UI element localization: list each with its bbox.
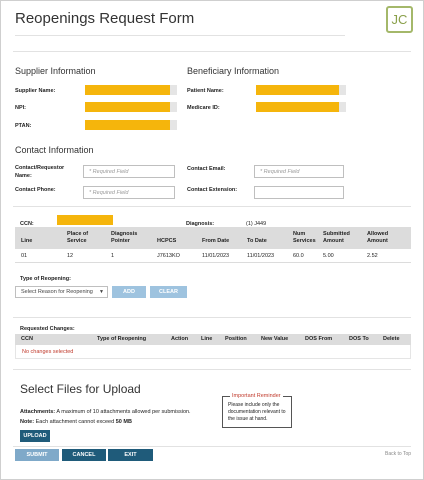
- add-button[interactable]: ADD: [112, 286, 146, 298]
- patient-name-redacted: [256, 85, 346, 95]
- cell-diagnosis-pointer: 1: [111, 253, 115, 259]
- cell-submitted-amount: 5.00: [323, 253, 334, 259]
- column-header: DOS To: [349, 336, 369, 342]
- requested-changes-row: No changes selected: [15, 345, 411, 359]
- type-of-reopening-label: Type of Reopening:: [20, 276, 71, 282]
- page-title: Reopenings Request Form: [15, 10, 195, 27]
- contact-email-label: Contact Email:: [187, 166, 226, 172]
- contact-extension-label: Contact Extension:: [187, 187, 238, 193]
- claim-table-row[interactable]: 01 12 1 J7613KO 11/01/2023 11/01/2023 60…: [15, 249, 411, 263]
- reminder-text: Please include only the documentation re…: [228, 402, 286, 422]
- column-header: Submitted Amount: [323, 231, 350, 244]
- column-header: Action: [171, 336, 189, 342]
- npi-label: NPI:: [15, 105, 26, 111]
- section-divider: [13, 51, 411, 52]
- reminder-title: Important Reminder: [230, 393, 283, 399]
- note-label: Note:: [20, 419, 35, 425]
- patient-name-label: Patient Name:: [187, 88, 224, 94]
- ptan-label: PTAN:: [15, 123, 32, 129]
- beneficiary-heading: Beneficiary Information: [187, 66, 280, 76]
- column-header: DOS From: [305, 336, 333, 342]
- jc-logo: JC: [386, 6, 413, 33]
- upload-heading: Select Files for Upload: [20, 382, 141, 396]
- page-header: Reopenings Request Form JC: [1, 1, 423, 43]
- supplier-name-label: Supplier Name:: [15, 88, 56, 94]
- submit-button[interactable]: SUBMIT: [15, 449, 59, 461]
- column-header: Num Services: [293, 231, 316, 244]
- supplier-name-redacted: [85, 85, 177, 95]
- column-header: CCN: [21, 336, 33, 342]
- column-header: Line: [21, 238, 33, 244]
- reopening-reason-value: Select Reason for Reopening: [21, 289, 93, 295]
- section-divider: [13, 369, 411, 370]
- cell-to-date: 11/01/2023: [247, 253, 275, 259]
- column-header: New Value: [261, 336, 289, 342]
- npi-redacted: [85, 102, 177, 112]
- form-page: Reopenings Request Form JC Supplier Info…: [0, 0, 424, 480]
- cell-from-date: 11/01/2023: [202, 253, 230, 259]
- section-divider: [13, 206, 411, 207]
- cell-hcpcs: J7613KO: [157, 253, 180, 259]
- reopening-reason-select[interactable]: Select Reason for Reopening ▼: [15, 286, 108, 298]
- cell-place-of-service: 12: [67, 253, 74, 259]
- column-header: Delete: [383, 336, 400, 342]
- cell-allowed-amount: 2.52: [367, 253, 378, 259]
- ccn-redacted: [57, 215, 113, 225]
- contact-extension-input[interactable]: [254, 186, 344, 199]
- no-changes-text: No changes selected: [22, 349, 74, 355]
- note-text: Each attachment cannot exceed: [35, 419, 115, 425]
- back-to-top-link[interactable]: Back to Top: [385, 451, 411, 457]
- attachments-label: Attachments:: [20, 409, 56, 415]
- column-header: Line: [201, 336, 213, 342]
- claim-table-header: Line Place of Service Diagnosis Pointer …: [15, 227, 411, 249]
- size-note: Note: Each attachment cannot exceed 50 M…: [20, 419, 132, 425]
- contact-requestor-input[interactable]: * Required Field: [83, 165, 175, 178]
- note-size: 50 MB: [115, 419, 132, 425]
- column-header: Type of Reopening: [97, 336, 147, 342]
- requested-changes-header: CCN Type of Reopening Action Line Positi…: [15, 334, 411, 345]
- attachments-text: A maximum of 10 attachments allowed per …: [56, 409, 191, 415]
- upload-button[interactable]: UPLOAD: [20, 430, 50, 442]
- contact-phone-input[interactable]: * Required Field: [83, 186, 175, 199]
- cell-line: 01: [21, 253, 28, 259]
- column-header: HCPCS: [157, 238, 177, 244]
- column-header: Allowed Amount: [367, 231, 389, 244]
- column-header: Place of Service: [67, 231, 89, 244]
- ptan-redacted: [85, 120, 177, 130]
- column-header: Position: [225, 336, 247, 342]
- section-divider: [13, 446, 411, 447]
- clear-button[interactable]: CLEAR: [150, 286, 187, 298]
- contact-phone-label: Contact Phone:: [15, 187, 56, 193]
- requested-changes-label: Requested Changes:: [20, 326, 75, 332]
- chevron-down-icon: ▼: [99, 289, 104, 295]
- important-reminder: Important Reminder Please include only t…: [222, 393, 292, 428]
- medicare-id-redacted: [256, 102, 346, 112]
- contact-email-input[interactable]: * Required Field: [254, 165, 344, 178]
- contact-requestor-label: Contact/Requestor Name:: [15, 165, 65, 179]
- cancel-button[interactable]: CANCEL: [62, 449, 106, 461]
- column-header: To Date: [247, 238, 267, 244]
- column-header: From Date: [202, 238, 230, 244]
- supplier-heading: Supplier Information: [15, 66, 96, 76]
- cell-num-services: 60.0: [293, 253, 304, 259]
- exit-button[interactable]: EXIT: [108, 449, 153, 461]
- medicare-id-label: Medicare ID:: [187, 105, 220, 111]
- title-divider: [15, 35, 345, 36]
- contact-heading: Contact Information: [15, 145, 94, 155]
- column-header: Diagnosis Pointer: [111, 231, 138, 244]
- section-divider: [13, 317, 411, 318]
- attachments-note: Attachments: A maximum of 10 attachments…: [20, 409, 191, 415]
